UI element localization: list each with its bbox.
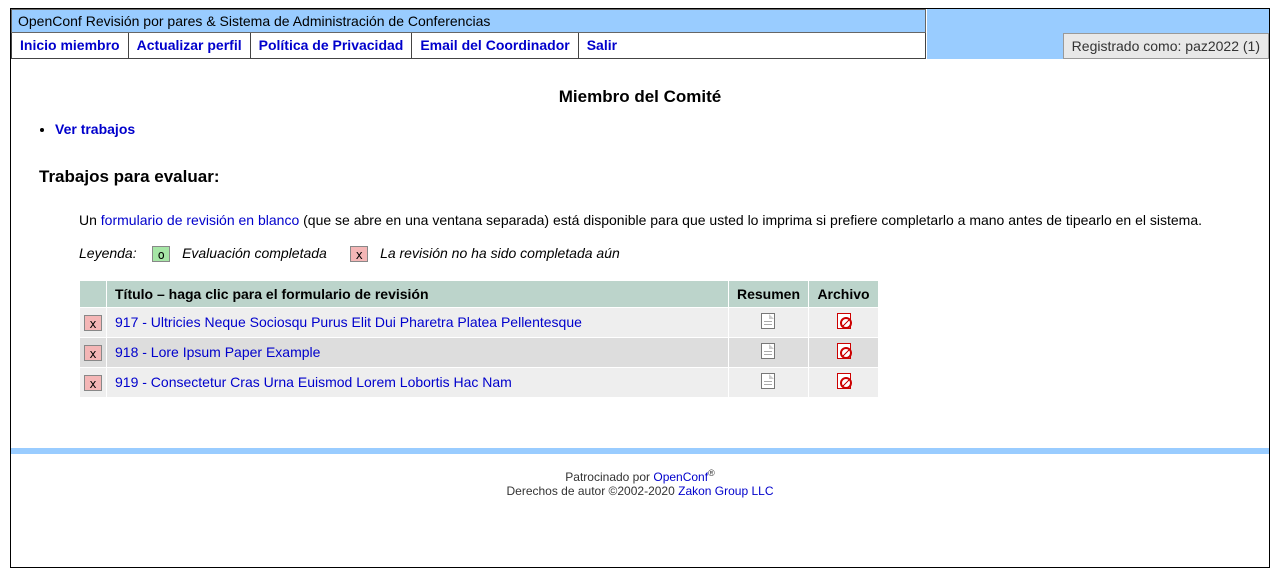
abstract-link[interactable]: [761, 346, 775, 362]
row-abstract-cell: [728, 307, 808, 337]
title-spacer: [926, 9, 1269, 33]
row-title-cell: 917 - Ultricies Neque Sociosqu Purus Eli…: [107, 307, 729, 337]
table-row: x 919 - Consectetur Cras Urna Euismod Lo…: [80, 367, 879, 397]
document-icon: [761, 313, 775, 329]
page-title: Miembro del Comité: [39, 87, 1241, 107]
legend-done-text: Evaluación completada: [182, 245, 327, 261]
title-bar: OpenConf Revisión por pares & Sistema de…: [11, 9, 926, 33]
pending-icon: x: [84, 375, 102, 391]
row-title-cell: 919 - Consectetur Cras Urna Euismod Lore…: [107, 367, 729, 397]
footer-zakon-link[interactable]: Zakon Group LLC: [678, 484, 773, 498]
document-icon: [761, 373, 775, 389]
papers-table: Título – haga clic para el formulario de…: [79, 280, 879, 398]
blank-form-description: Un formulario de revisión en blanco (que…: [79, 211, 1241, 231]
footer-copyright-prefix: Derechos de autor ©2002-2020: [506, 484, 678, 498]
paper-link[interactable]: 919 - Consectetur Cras Urna Euismod Lore…: [115, 374, 512, 390]
row-abstract-cell: [728, 367, 808, 397]
file-denied-icon: [837, 373, 851, 389]
row-status: x: [80, 337, 107, 367]
legend: Leyenda: o Evaluación completada x La re…: [79, 245, 1241, 262]
col-title: Título – haga clic para el formulario de…: [107, 280, 729, 307]
table-row: x 917 - Ultricies Neque Sociosqu Purus E…: [80, 307, 879, 337]
view-papers-link[interactable]: Ver trabajos: [55, 121, 135, 137]
paper-link[interactable]: 918 - Lore Ipsum Paper Example: [115, 344, 320, 360]
col-abstract: Resumen: [728, 280, 808, 307]
legend-done-icon: o: [152, 246, 170, 262]
nav-row: Inicio miembro Actualizar perfil Polític…: [11, 33, 1269, 59]
table-row: x 918 - Lore Ipsum Paper Example: [80, 337, 879, 367]
actions-list: Ver trabajos: [55, 121, 1241, 137]
footer-openconf-link[interactable]: OpenConf: [653, 470, 708, 484]
section-heading: Trabajos para evaluar:: [39, 167, 1241, 187]
desc-suffix: (que se abre en una ventana separada) es…: [299, 212, 1202, 228]
pending-icon: x: [84, 315, 102, 331]
nav-profile[interactable]: Actualizar perfil: [129, 33, 251, 58]
app-window: OpenConf Revisión por pares & Sistema de…: [10, 8, 1270, 568]
nav-email[interactable]: Email del Coordinador: [412, 33, 578, 58]
table-header-row: Título – haga clic para el formulario de…: [80, 280, 879, 307]
row-abstract-cell: [728, 337, 808, 367]
nav-spacer: [926, 33, 1063, 59]
footer-divider: [11, 448, 1269, 454]
list-item: Ver trabajos: [55, 121, 1241, 137]
nav-exit[interactable]: Salir: [579, 33, 625, 58]
row-file-cell: [809, 337, 879, 367]
paper-link[interactable]: 917 - Ultricies Neque Sociosqu Purus Eli…: [115, 314, 582, 330]
file-denied-icon: [837, 313, 851, 329]
nav-privacy[interactable]: Política de Privacidad: [251, 33, 413, 58]
legend-pending-text: La revisión no ha sido completada aún: [380, 245, 620, 261]
content: Miembro del Comité Ver trabajos Trabajos…: [11, 59, 1269, 418]
file-link[interactable]: [837, 346, 851, 362]
col-status: [80, 280, 107, 307]
file-link[interactable]: [837, 376, 851, 392]
row-title-cell: 918 - Lore Ipsum Paper Example: [107, 337, 729, 367]
row-file-cell: [809, 307, 879, 337]
row-status: x: [80, 367, 107, 397]
abstract-link[interactable]: [761, 316, 775, 332]
legend-label: Leyenda:: [79, 245, 137, 261]
abstract-link[interactable]: [761, 376, 775, 392]
nav-bar: Inicio miembro Actualizar perfil Polític…: [11, 33, 926, 59]
blank-form-link[interactable]: formulario de revisión en blanco: [101, 212, 299, 228]
footer: Patrocinado por OpenConf® Derechos de au…: [11, 464, 1269, 514]
reg-mark: ®: [708, 468, 715, 478]
title-row: OpenConf Revisión por pares & Sistema de…: [11, 9, 1269, 33]
row-status: x: [80, 307, 107, 337]
logged-in-badge: Registrado como: paz2022 (1): [1063, 33, 1269, 59]
file-denied-icon: [837, 343, 851, 359]
document-icon: [761, 343, 775, 359]
legend-pending-icon: x: [350, 246, 368, 262]
col-file: Archivo: [809, 280, 879, 307]
desc-prefix: Un: [79, 212, 101, 228]
row-file-cell: [809, 367, 879, 397]
pending-icon: x: [84, 345, 102, 361]
file-link[interactable]: [837, 316, 851, 332]
nav-home[interactable]: Inicio miembro: [12, 33, 129, 58]
footer-sponsored-prefix: Patrocinado por: [565, 470, 653, 484]
